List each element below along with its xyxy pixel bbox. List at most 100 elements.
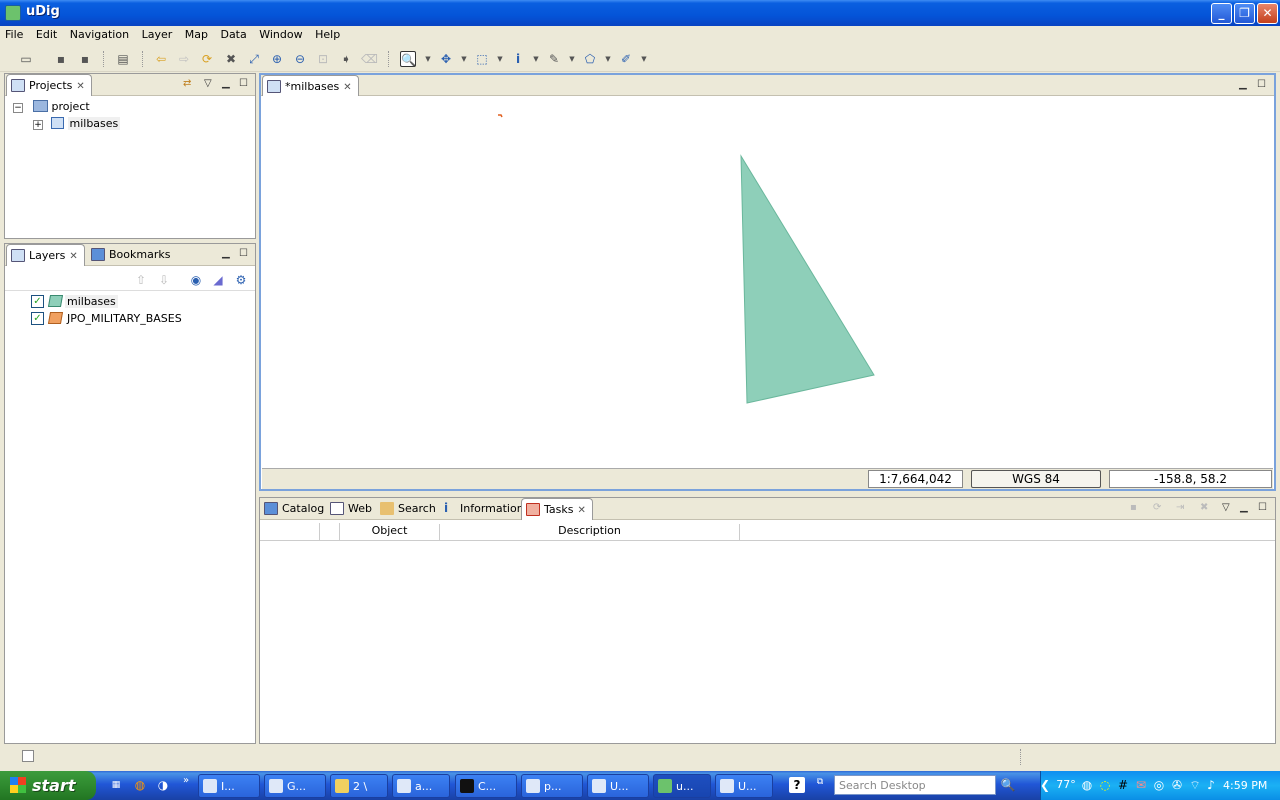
restore-button[interactable]: ❐ xyxy=(1234,3,1255,24)
tab-projects[interactable]: Projects ✕ xyxy=(6,74,92,96)
task-button[interactable]: I... xyxy=(198,774,260,798)
tray-expand-icon[interactable]: ❮ xyxy=(1037,777,1053,793)
layer-checkbox-jpo[interactable]: ✓ xyxy=(31,312,44,325)
layer-properties-icon[interactable]: ⚙ xyxy=(233,272,249,288)
close-icon[interactable]: ✕ xyxy=(577,505,585,516)
tray-icon[interactable]: # xyxy=(1115,777,1131,793)
menu-map[interactable]: Map xyxy=(185,26,208,41)
layer-checkbox-milbases[interactable]: ✓ xyxy=(31,295,44,308)
save-icon[interactable]: ▪ xyxy=(53,51,69,67)
maximize-panel-icon[interactable]: ☐ xyxy=(239,248,248,259)
refresh-icon[interactable]: ⟳ xyxy=(199,51,215,67)
tab-catalog[interactable]: Catalog xyxy=(260,498,330,520)
task-button-udig[interactable]: u... xyxy=(653,774,711,798)
tree-row-milbases[interactable]: + milbases xyxy=(33,117,121,133)
minimize-panel-icon[interactable]: ▁ xyxy=(1240,502,1248,513)
goto-task-icon[interactable]: ⇥ xyxy=(1176,502,1184,513)
create-dropdown-icon[interactable]: ▼ xyxy=(600,51,616,67)
delete-task-icon[interactable]: ✖ xyxy=(1200,502,1208,513)
view-menu-icon[interactable]: ▽ xyxy=(1222,502,1230,513)
maximize-panel-icon[interactable]: ☐ xyxy=(1258,502,1267,513)
eraser-icon[interactable]: ⌫ xyxy=(361,51,378,67)
expand-icon[interactable]: + xyxy=(33,120,43,130)
jpo-military-base-feature[interactable] xyxy=(498,114,503,118)
task-button[interactable]: a... xyxy=(392,774,450,798)
new-icon[interactable]: ▭ xyxy=(18,51,34,67)
start-button[interactable]: start xyxy=(0,771,96,800)
menu-layer[interactable]: Layer xyxy=(142,26,173,41)
menu-window[interactable]: Window xyxy=(259,26,302,41)
pan-tool-icon[interactable]: ✥ xyxy=(438,51,454,67)
move-down-icon[interactable]: ⇩ xyxy=(156,272,172,288)
link-icon[interactable]: ⇄ xyxy=(183,78,191,89)
zoom-extent-icon[interactable]: ⤢ xyxy=(246,51,262,67)
create-feature-icon[interactable]: ⬠ xyxy=(582,51,598,67)
layer-row-jpo-military-bases[interactable]: ✓ JPO_MILITARY_BASES xyxy=(19,311,249,327)
select-dropdown-icon[interactable]: ▼ xyxy=(492,51,508,67)
style-icon[interactable]: ◉ xyxy=(188,272,204,288)
task-button[interactable]: p... xyxy=(521,774,583,798)
layer-row-milbases[interactable]: ✓ milbases xyxy=(19,294,249,310)
close-icon[interactable]: ✕ xyxy=(76,81,84,92)
quicklaunch-more-icon[interactable]: » xyxy=(178,773,194,789)
menu-file[interactable]: File xyxy=(5,26,23,41)
task-button[interactable]: G... xyxy=(264,774,326,798)
maximize-panel-icon[interactable]: ☐ xyxy=(1257,79,1266,90)
tab-search[interactable]: Search xyxy=(376,498,442,520)
minimize-button[interactable]: _ xyxy=(1211,3,1232,24)
task-button-group[interactable]: 2 \ xyxy=(330,774,388,798)
tab-web[interactable]: Web xyxy=(326,498,378,520)
crs-button[interactable]: WGS 84 xyxy=(971,470,1101,488)
task-button[interactable]: U... xyxy=(587,774,649,798)
zoom-tool-dropdown-icon[interactable]: ▼ xyxy=(420,51,436,67)
pan-dropdown-icon[interactable]: ▼ xyxy=(456,51,472,67)
column-header[interactable] xyxy=(320,523,340,540)
collapse-icon[interactable]: − xyxy=(13,103,23,113)
column-header-object[interactable]: Object xyxy=(340,524,440,541)
tab-tasks[interactable]: Tasks ✕ xyxy=(521,498,593,520)
next-icon[interactable]: ➧ xyxy=(338,51,354,67)
search-go-icon[interactable]: 🔍 xyxy=(1000,777,1016,793)
tray-icon[interactable]: ◎ xyxy=(1151,777,1167,793)
column-header-description[interactable]: Description xyxy=(440,524,740,541)
tray-icon[interactable]: ◌ xyxy=(1097,777,1113,793)
clock[interactable]: 4:59 PM xyxy=(1223,779,1267,792)
milbases-polygon[interactable] xyxy=(740,154,875,404)
task-button[interactable]: U... xyxy=(715,774,773,798)
tab-information[interactable]: i Information xyxy=(438,498,530,520)
menu-navigation[interactable]: Navigation xyxy=(70,26,129,41)
properties-icon[interactable]: ▤ xyxy=(115,51,131,67)
close-button[interactable]: ✕ xyxy=(1257,3,1278,24)
feature-tool-icon[interactable]: ✐ xyxy=(618,51,634,67)
menu-help[interactable]: Help xyxy=(315,26,340,41)
fast-view-icon[interactable] xyxy=(22,750,34,762)
scale-field[interactable]: 1:7,664,042 xyxy=(868,470,963,488)
menu-data[interactable]: Data xyxy=(220,26,246,41)
move-up-icon[interactable]: ⇧ xyxy=(133,272,149,288)
quicklaunch-icon[interactable]: ▦ xyxy=(108,777,124,793)
edit-dropdown-icon[interactable]: ▼ xyxy=(564,51,580,67)
menu-edit[interactable]: Edit xyxy=(36,26,57,41)
info-dropdown-icon[interactable]: ▼ xyxy=(528,51,544,67)
maximize-panel-icon[interactable]: ☐ xyxy=(239,78,248,89)
minimize-panel-icon[interactable]: ▁ xyxy=(1239,79,1247,90)
view-menu-icon[interactable]: ▽ xyxy=(204,78,212,89)
tab-bookmarks[interactable]: Bookmarks xyxy=(87,244,176,266)
zoom-in-icon[interactable]: ⊕ xyxy=(269,51,285,67)
firefox-icon[interactable]: ◍ xyxy=(132,777,148,793)
feature-dropdown-icon[interactable]: ▼ xyxy=(636,51,652,67)
tab-layers[interactable]: Layers ✕ xyxy=(6,244,85,266)
refresh-task-icon[interactable]: ⟳ xyxy=(1153,502,1161,513)
tree-row-project[interactable]: − project xyxy=(13,100,90,116)
map-canvas[interactable] xyxy=(262,98,1273,466)
restore-desktop-icon[interactable]: ⧉ xyxy=(812,774,828,790)
save-all-icon[interactable]: ▪ xyxy=(77,51,93,67)
zoom-out-icon[interactable]: ⊖ xyxy=(292,51,308,67)
wifi-icon[interactable]: ⌔ xyxy=(1187,777,1203,793)
legend-icon[interactable]: ◢ xyxy=(210,272,226,288)
column-header[interactable] xyxy=(260,523,320,540)
minimize-panel-icon[interactable]: ▁ xyxy=(222,78,230,89)
zoom-tool-icon[interactable]: 🔍 xyxy=(400,51,416,67)
save-task-icon[interactable]: ▪ xyxy=(1130,502,1137,513)
minimize-panel-icon[interactable]: ▁ xyxy=(222,248,230,259)
